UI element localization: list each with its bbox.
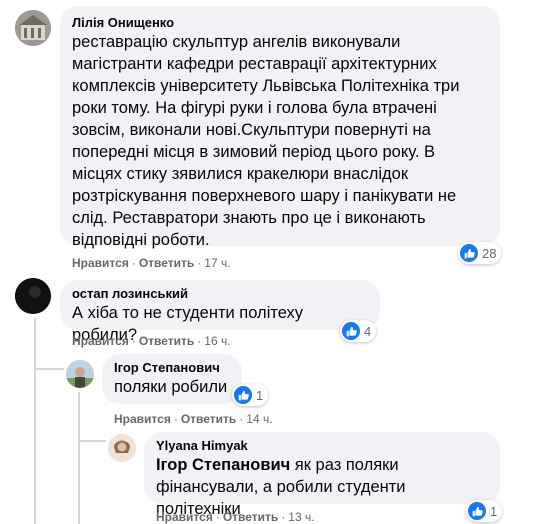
comment-time[interactable]: 16 ч. bbox=[204, 334, 230, 348]
thumbs-up-icon bbox=[234, 386, 252, 404]
comment-time[interactable]: 13 ч. bbox=[288, 510, 314, 524]
thumbs-up-icon bbox=[460, 244, 478, 262]
comment-actions: Нравится · Ответить · 17 ч. bbox=[72, 256, 231, 270]
avatar[interactable] bbox=[15, 278, 51, 314]
like-button[interactable]: Нравится bbox=[72, 256, 129, 270]
thread-connector bbox=[78, 440, 106, 442]
thread-connector bbox=[34, 368, 64, 370]
reply-button[interactable]: Ответить bbox=[223, 510, 278, 524]
comment-author[interactable]: Ylyana Himyak bbox=[156, 438, 488, 453]
reply-button[interactable]: Ответить bbox=[139, 256, 194, 270]
like-button[interactable]: Нравится bbox=[72, 334, 129, 348]
like-button[interactable]: Нравится bbox=[156, 510, 213, 524]
comment-actions: Нравится · Ответить · 16 ч. bbox=[72, 334, 231, 348]
comment-author[interactable]: Ігор Степанович bbox=[114, 360, 230, 375]
person-photo-icon bbox=[66, 360, 94, 388]
comment-author[interactable]: Лілія Онищенко bbox=[72, 15, 488, 30]
comment-bubble: Лілія Онищенко реставрацію скульптур анг… bbox=[60, 6, 500, 249]
avatar[interactable] bbox=[108, 434, 136, 462]
avatar[interactable] bbox=[15, 10, 51, 46]
reaction-count[interactable]: 1 bbox=[466, 500, 503, 522]
like-button[interactable]: Нравится bbox=[114, 412, 171, 426]
comment-time[interactable]: 17 ч. bbox=[204, 256, 230, 270]
comment-bubble: Ігор Степанович поляки робили bbox=[102, 354, 242, 404]
building-photo-icon bbox=[15, 10, 51, 46]
reply-button[interactable]: Ответить bbox=[139, 334, 194, 348]
thread-line-main bbox=[34, 318, 36, 524]
thumbs-up-icon bbox=[468, 502, 486, 520]
reaction-count[interactable]: 1 bbox=[232, 384, 269, 406]
reaction-count[interactable]: 4 bbox=[340, 320, 377, 342]
comment-actions: Нравится · Ответить · 14 ч. bbox=[114, 412, 273, 426]
comment-actions: Нравится · Ответить · 13 ч. bbox=[156, 510, 315, 524]
comment-text: поляки робили bbox=[114, 378, 228, 396]
dark-photo-icon bbox=[15, 278, 51, 314]
comment-author[interactable]: остап лозинський bbox=[72, 286, 368, 301]
comment-bubble: Ylyana Himyak Ігор Степанович як раз пол… bbox=[144, 432, 500, 518]
avatar[interactable] bbox=[66, 360, 94, 388]
comment-text: реставрацію скульптур ангелів виконували… bbox=[72, 33, 460, 249]
mention-link[interactable]: Ігор Степанович bbox=[156, 456, 290, 474]
person-photo-icon bbox=[108, 434, 136, 462]
reply-button[interactable]: Ответить bbox=[181, 412, 236, 426]
comment-bubble: остап лозинський А хіба то не студенти п… bbox=[60, 280, 380, 344]
comment-time[interactable]: 14 ч. bbox=[246, 412, 272, 426]
thumbs-up-icon bbox=[342, 322, 360, 340]
thread-line-reply bbox=[78, 392, 80, 524]
reaction-count[interactable]: 28 bbox=[458, 242, 502, 264]
